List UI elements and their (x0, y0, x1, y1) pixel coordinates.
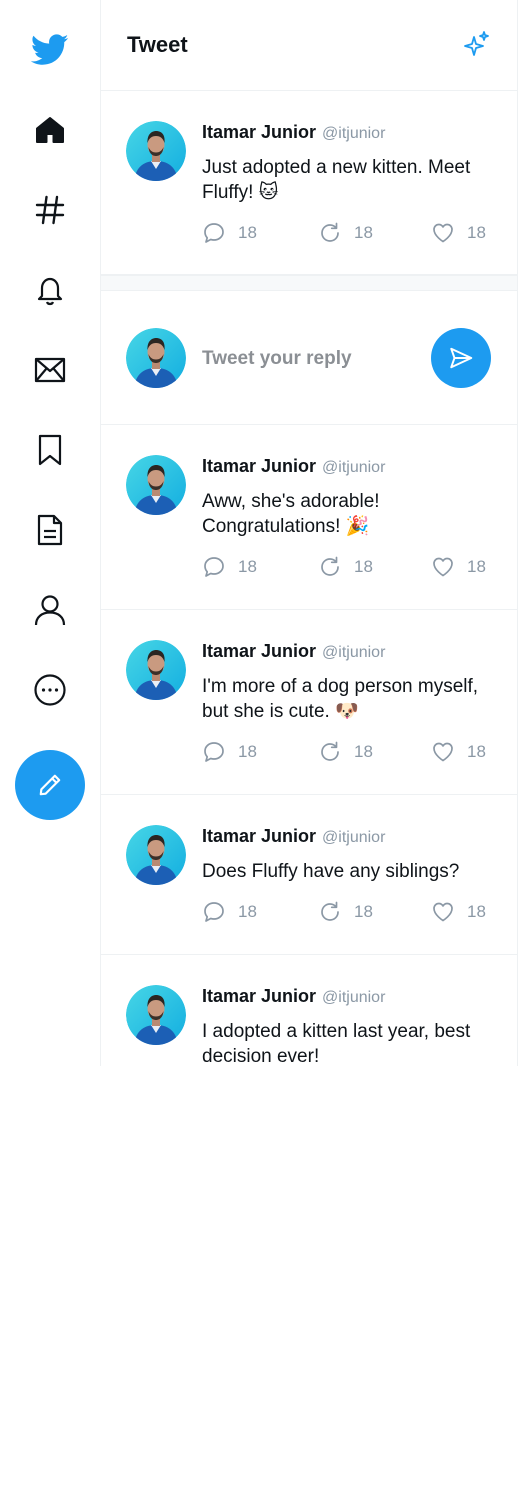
reply-tweet[interactable]: Itamar Junior @itjunior Does Fluffy have … (101, 795, 517, 955)
like-count: 18 (467, 742, 486, 761)
mail-icon[interactable] (34, 354, 66, 386)
app: Tweet Itamar Junior @itjunior Just adopte… (0, 0, 518, 1066)
hashtag-icon[interactable] (34, 194, 66, 226)
header: Tweet (101, 0, 517, 91)
page-title: Tweet (127, 32, 188, 57)
retweet-icon (321, 222, 339, 242)
author-row: Itamar Junior @itjunior (202, 826, 385, 847)
author-handle[interactable]: @itjunior (322, 989, 385, 1006)
tweet-actions: 18 18 18 (202, 740, 492, 764)
comment-icon (204, 902, 224, 922)
tweet-actions: 18 18 18 (202, 900, 492, 924)
author-handle[interactable]: @itjunior (322, 829, 385, 846)
reply-count: 18 (238, 223, 257, 242)
sparkle-icon[interactable] (461, 29, 493, 61)
author-row: Itamar Junior @itjunior (202, 122, 385, 143)
sidebar (0, 0, 101, 1066)
retweet-button[interactable]: 18 (318, 555, 373, 579)
author-handle[interactable]: @itjunior (322, 459, 385, 476)
avatar[interactable] (126, 640, 186, 700)
like-button[interactable]: 18 (431, 740, 486, 764)
tweet-text: Does Fluffy have any siblings? (202, 861, 460, 882)
retweet-count: 18 (354, 557, 373, 576)
reply-button[interactable]: 18 (202, 221, 257, 245)
author-name[interactable]: Itamar Junior (202, 986, 316, 1006)
retweet-count: 18 (354, 223, 373, 242)
profile-icon[interactable] (34, 594, 66, 626)
heart-icon (433, 902, 453, 922)
like-button[interactable]: 18 (431, 900, 486, 924)
reply-count: 18 (238, 742, 257, 761)
heart-icon (433, 223, 453, 243)
tweet-thread: Tweet Itamar Junior @itjunior Just adopte… (101, 0, 518, 1066)
send-reply-button[interactable] (431, 328, 491, 388)
compose-button[interactable] (15, 750, 85, 820)
reply-button[interactable]: 18 (202, 740, 257, 764)
section-divider (101, 275, 517, 291)
tweet-text: Aww, she's adorable! Congratulations! 🎉 (202, 491, 380, 537)
like-count: 18 (467, 557, 486, 576)
avatar[interactable] (126, 455, 186, 515)
author-row: Itamar Junior @itjunior (202, 456, 385, 477)
comment-icon (204, 742, 224, 762)
retweet-count: 18 (354, 742, 373, 761)
tweet-text: I'm more of a dog person myself, but she… (202, 676, 479, 722)
reply-input[interactable] (202, 344, 422, 374)
author-name[interactable]: Itamar Junior (202, 122, 316, 142)
document-icon[interactable] (34, 514, 66, 546)
heart-icon (433, 557, 453, 577)
retweet-button[interactable]: 18 (318, 900, 373, 924)
retweet-button[interactable]: 18 (318, 221, 373, 245)
main-tweet[interactable]: Itamar Junior @itjunior Just adopted a ne… (101, 91, 517, 275)
author-name[interactable]: Itamar Junior (202, 641, 316, 661)
author-name[interactable]: Itamar Junior (202, 826, 316, 846)
retweet-button[interactable]: 18 (318, 740, 373, 764)
author-name[interactable]: Itamar Junior (202, 456, 316, 476)
avatar[interactable] (126, 825, 186, 885)
tweet-text: I adopted a kitten last year, best decis… (202, 1021, 471, 1066)
author-handle[interactable]: @itjunior (322, 125, 385, 142)
retweet-icon (321, 901, 339, 921)
author-handle[interactable]: @itjunior (322, 644, 385, 661)
send-icon (450, 347, 473, 369)
avatar (126, 328, 186, 388)
retweet-icon (321, 556, 339, 576)
reply-count: 18 (238, 902, 257, 921)
tweet-actions: 18 18 18 (202, 555, 492, 579)
comment-icon (204, 557, 224, 577)
reply-tweet[interactable]: Itamar Junior @itjunior I adopted a kitte… (101, 955, 517, 1066)
more-icon[interactable] (34, 674, 66, 706)
reply-button[interactable]: 18 (202, 900, 257, 924)
retweet-count: 18 (354, 902, 373, 921)
heart-icon (433, 742, 453, 762)
pencil-icon (39, 774, 61, 796)
tweet-text: Just adopted a new kitten. Meet Fluffy! … (202, 157, 471, 203)
retweet-icon (321, 741, 339, 761)
twitter-bird-icon[interactable] (30, 34, 70, 66)
like-button[interactable]: 18 (431, 555, 486, 579)
home-icon[interactable] (34, 114, 66, 146)
author-row: Itamar Junior @itjunior (202, 986, 385, 1007)
reply-tweet[interactable]: Itamar Junior @itjunior Aww, she's adorab… (101, 425, 517, 610)
avatar[interactable] (126, 985, 186, 1045)
bell-icon[interactable] (34, 274, 66, 306)
reply-composer (101, 291, 517, 425)
avatar[interactable] (126, 121, 186, 181)
author-row: Itamar Junior @itjunior (202, 641, 385, 662)
like-count: 18 (467, 902, 486, 921)
reply-button[interactable]: 18 (202, 555, 257, 579)
bookmark-icon[interactable] (34, 434, 66, 466)
tweet-actions: 18 18 18 (202, 221, 492, 245)
like-button[interactable]: 18 (431, 221, 486, 245)
comment-icon (204, 223, 224, 243)
reply-tweet[interactable]: Itamar Junior @itjunior I'm more of a dog… (101, 610, 517, 795)
reply-count: 18 (238, 557, 257, 576)
like-count: 18 (467, 223, 486, 242)
